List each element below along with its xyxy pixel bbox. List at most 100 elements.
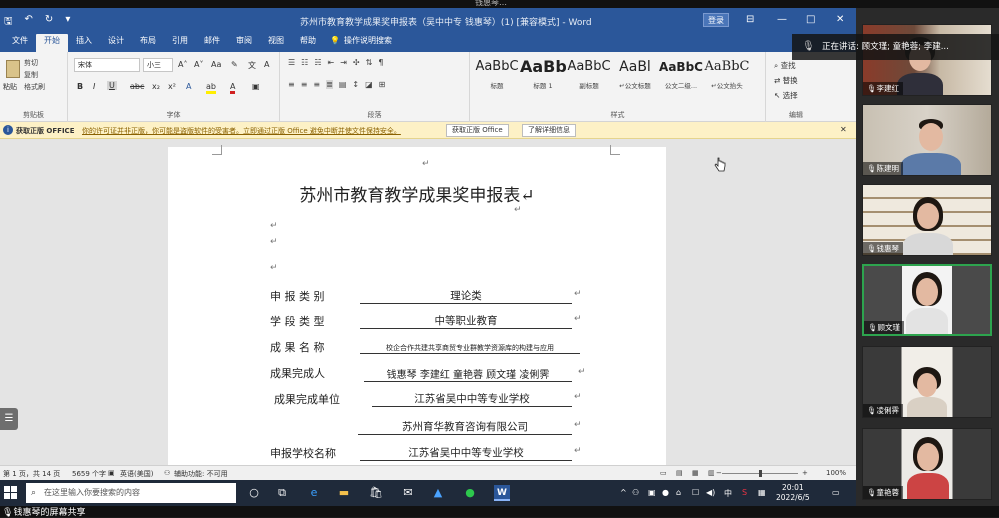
customize-qat-icon[interactable]: ▾ (65, 14, 70, 31)
paste-icon[interactable] (6, 60, 20, 78)
multilevel-list-icon[interactable]: ☵ (314, 58, 321, 67)
decrease-indent-icon[interactable]: ⇤ (328, 58, 335, 67)
accessibility-status[interactable]: 辅助功能: 不可用 (174, 469, 228, 479)
justify-icon[interactable]: ≣ (326, 80, 333, 89)
find-button[interactable]: ⌕ 查找 (774, 58, 798, 73)
undo-icon[interactable]: ↶ (25, 14, 33, 31)
style-doc-title[interactable]: AaBl ↵公文标题 (612, 54, 658, 110)
mail-icon[interactable]: ✉ (400, 485, 416, 501)
taskbar-search-box[interactable]: ⌕ 在这里输入你要搜索的内容 (26, 483, 236, 503)
zoom-level[interactable]: 100% (826, 469, 846, 477)
line-spacing-icon[interactable]: ↕ (352, 80, 359, 89)
text-effects-icon[interactable]: A (186, 82, 191, 91)
align-left-icon[interactable]: ≡ (288, 80, 295, 89)
tab-home[interactable]: 开始 (36, 34, 68, 52)
photos-icon[interactable]: ▲ (430, 485, 446, 501)
tab-insert[interactable]: 插入 (68, 34, 100, 52)
word-count[interactable]: 5659 个字 (72, 469, 106, 479)
page-count[interactable]: 第 1 页，共 14 页 (3, 469, 60, 479)
align-right-icon[interactable]: ≡ (313, 80, 320, 89)
web-layout-icon[interactable]: ▥ (708, 469, 715, 477)
font-color-icon[interactable]: A (230, 82, 236, 94)
tab-mailings[interactable]: 邮件 (196, 34, 228, 52)
bold-button[interactable]: B (77, 82, 83, 91)
shading-icon[interactable]: ◪ (365, 80, 373, 89)
notification-icon[interactable]: ▭ (832, 488, 840, 497)
phonetic-guide-icon[interactable]: 文 (248, 60, 256, 71)
task-view-icon[interactable]: ⧉ (274, 485, 290, 501)
format-painter-button[interactable]: 格式刷 (24, 82, 45, 92)
char-border-icon[interactable]: A (264, 60, 269, 69)
font-size-select[interactable]: 小三 (143, 58, 173, 72)
participant-tile[interactable]: 🎙钱惠琴 (862, 184, 992, 256)
participant-tile[interactable]: 🎙童艳蓉 (862, 428, 992, 500)
change-case-icon[interactable]: Aa (211, 60, 221, 69)
tell-me-search[interactable]: 💡 操作说明搜索 (324, 34, 398, 52)
tab-references[interactable]: 引用 (164, 34, 196, 52)
zoom-out-icon[interactable]: − (716, 469, 722, 477)
store-icon[interactable]: 🛍 (368, 485, 384, 501)
document-area[interactable]: ↵ 苏州市教育教学成果奖申报表↵ ↵ ↵ ↵ ↵ 申 报 类 别 理论类 ↵ 学… (0, 139, 856, 473)
sort-icon[interactable]: ⇅ (366, 58, 373, 67)
cut-button[interactable]: 剪切 (24, 58, 38, 68)
minimize-button[interactable]: — (777, 14, 787, 25)
ribbon-display-icon[interactable]: ⊟ (746, 14, 754, 25)
superscript-button[interactable]: x² (168, 82, 176, 91)
floating-menu-handle[interactable]: ☰ (0, 408, 18, 430)
accessibility-icon[interactable]: ⚇ (164, 469, 170, 477)
edge-icon[interactable]: e (306, 485, 322, 501)
shrink-font-icon[interactable]: A˅ (194, 60, 203, 69)
copy-button[interactable]: 复制 (24, 70, 38, 80)
style-heading-1[interactable]: AaBb 标题 1 (520, 54, 566, 110)
proofing-icon[interactable]: ▣ (108, 469, 115, 477)
redo-icon[interactable]: ↻ (45, 14, 53, 31)
style-doc-level2[interactable]: AaBbC 公文二级... (658, 54, 704, 110)
windows-start-icon[interactable] (4, 486, 17, 499)
font-name-select[interactable]: 宋体 (74, 58, 140, 72)
zoom-in-icon[interactable]: + (802, 469, 808, 477)
get-genuine-button[interactable]: 获取正版 Office (446, 124, 509, 137)
maximize-button[interactable]: □ (806, 14, 815, 25)
input-language[interactable]: 中 (724, 488, 732, 499)
read-mode-icon[interactable]: ▤ (676, 469, 683, 477)
tray-app-icon[interactable]: ⚇ (632, 488, 639, 497)
focus-mode-icon[interactable]: ▭ (660, 469, 667, 477)
volume-icon[interactable]: ◀) (706, 488, 715, 497)
clear-format-icon[interactable]: ✎ (231, 60, 238, 69)
participant-tile[interactable]: 🎙陈建明 (862, 104, 992, 176)
style-title[interactable]: AaBbC 标题 (474, 54, 520, 110)
tab-file[interactable]: 文件 (4, 34, 36, 52)
paste-label[interactable]: 粘贴 (3, 82, 17, 92)
word-taskbar-icon[interactable]: W (494, 485, 510, 501)
close-icon[interactable]: ✕ (840, 125, 847, 134)
language[interactable]: 英语(美国) (120, 469, 153, 479)
increase-indent-icon[interactable]: ⇥ (340, 58, 347, 67)
learn-more-button[interactable]: 了解详细信息 (522, 124, 576, 137)
file-explorer-icon[interactable]: ▬ (336, 485, 352, 501)
chinese-layout-icon[interactable]: ✣ (353, 58, 360, 67)
char-shading-icon[interactable]: ▣ (252, 82, 260, 91)
underline-button[interactable]: U (107, 81, 117, 90)
tray-wechat-icon[interactable]: ● (662, 488, 669, 497)
zoom-slider-handle[interactable] (759, 470, 762, 477)
tab-view[interactable]: 视图 (260, 34, 292, 52)
italic-button[interactable]: I (93, 82, 95, 91)
save-icon[interactable]: 🖫 (4, 14, 13, 31)
document-page[interactable]: ↵ 苏州市教育教学成果奖申报表↵ ↵ ↵ ↵ ↵ 申 报 类 别 理论类 ↵ 学… (168, 145, 666, 473)
tray-overflow-icon[interactable]: ^ (620, 488, 627, 497)
wechat-icon[interactable]: ● (462, 485, 478, 501)
subscript-button[interactable]: x₂ (152, 82, 160, 91)
tray-screen-icon[interactable]: ▣ (648, 488, 656, 497)
show-marks-icon[interactable]: ¶ (378, 58, 383, 67)
participant-tile[interactable]: 🎙凌俐霁 (862, 346, 992, 418)
strikethrough-button[interactable]: abc (130, 82, 144, 91)
close-button[interactable]: ✕ (836, 14, 844, 25)
highlight-icon[interactable]: ab (206, 82, 216, 94)
cortana-icon[interactable]: ○ (246, 485, 262, 501)
tray-ime-icon[interactable]: S (742, 488, 747, 497)
tray-network2-icon[interactable]: ☐ (692, 488, 699, 497)
select-button[interactable]: ↖ 选择 (774, 88, 798, 103)
style-subtitle[interactable]: AaBbC 副标题 (566, 54, 612, 110)
participant-tile-active-speaker[interactable]: 🎙顾文瑾 (862, 264, 992, 336)
login-button[interactable]: 登录 (703, 13, 729, 27)
